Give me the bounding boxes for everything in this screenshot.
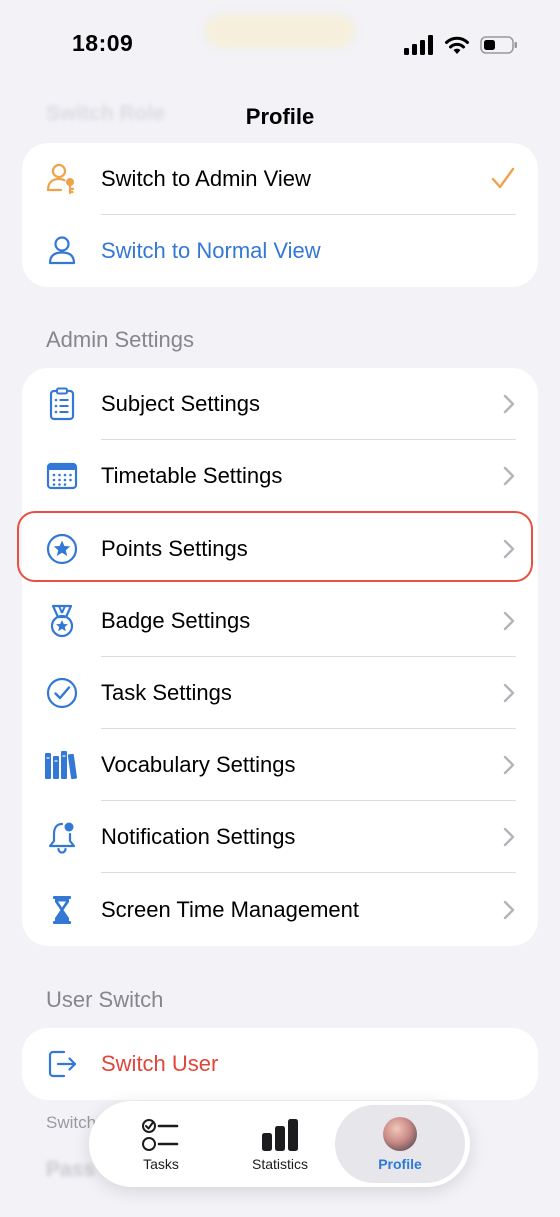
chevron-right-icon xyxy=(502,393,516,415)
cellular-signal-icon xyxy=(404,35,434,60)
points-settings-highlight xyxy=(17,511,533,582)
timetable-settings-label: Timetable Settings xyxy=(101,463,283,488)
status-bar: 18:09 xyxy=(0,0,560,90)
status-time: 18:09 xyxy=(72,30,134,56)
hourglass-icon xyxy=(44,892,80,928)
person-icon xyxy=(44,233,80,269)
sign-out-icon xyxy=(44,1046,80,1082)
notification-settings-label: Notification Settings xyxy=(101,824,296,849)
status-icons xyxy=(404,35,518,60)
chevron-right-icon xyxy=(502,826,516,848)
vocabulary-settings-label: Vocabulary Settings xyxy=(101,752,296,777)
row-divider xyxy=(101,872,516,873)
subject-settings-label: Subject Settings xyxy=(101,391,260,416)
switch-admin-view-row[interactable]: Switch to Admin View xyxy=(22,143,538,215)
bell-badge-icon xyxy=(44,819,80,855)
user-switch-card: Switch User xyxy=(22,1028,538,1100)
page-title: Profile xyxy=(245,104,315,129)
task-settings-label: Task Settings xyxy=(101,680,232,705)
switch-normal-view-row[interactable]: Switch to Normal View xyxy=(22,215,538,287)
switch-admin-view-label: Switch to Admin View xyxy=(101,166,311,191)
calendar-grid-icon xyxy=(44,458,80,494)
task-settings-row[interactable]: Task Settings xyxy=(22,657,538,729)
switch-user-label: Switch User xyxy=(101,1051,219,1076)
wifi-icon xyxy=(444,35,470,60)
profile-tab-icon xyxy=(335,1117,465,1153)
screen-time-management-label: Screen Time Management xyxy=(101,897,360,922)
vocabulary-settings-row[interactable]: Vocabulary Settings xyxy=(22,729,538,801)
clipboard-list-icon xyxy=(44,386,80,422)
tab-tasks-label: Tasks xyxy=(143,1156,179,1172)
tab-profile-label: Profile xyxy=(378,1156,422,1172)
switch-user-row[interactable]: Switch User xyxy=(22,1028,538,1100)
tab-statistics-label: Statistics xyxy=(251,1156,308,1172)
role-switch-card: Switch to Admin View Switch to Normal Vi… xyxy=(22,143,538,287)
person-key-icon xyxy=(44,161,80,197)
tab-profile[interactable]: Profile xyxy=(335,1105,465,1183)
chevron-right-icon xyxy=(502,754,516,776)
bar-chart-icon xyxy=(220,1117,340,1153)
checkmark-icon xyxy=(490,165,516,191)
screen-time-management-row[interactable]: Screen Time Management xyxy=(22,874,538,946)
notification-settings-row[interactable]: Notification Settings xyxy=(22,801,538,873)
subject-settings-row[interactable]: Subject Settings xyxy=(22,368,538,440)
avatar xyxy=(383,1117,417,1151)
ghost-footer-header: Pass xyxy=(46,1158,96,1181)
admin-settings-header: Admin Settings xyxy=(46,327,194,352)
tab-tasks[interactable]: Tasks xyxy=(101,1101,221,1187)
chevron-right-icon xyxy=(502,899,516,921)
tab-statistics[interactable]: Statistics xyxy=(220,1101,340,1187)
timetable-settings-row[interactable]: Timetable Settings xyxy=(22,440,538,512)
medal-star-icon xyxy=(44,603,80,639)
chevron-right-icon xyxy=(502,465,516,487)
checklist-icon xyxy=(101,1117,221,1153)
ghost-footer-note: Switch xyxy=(46,1113,97,1132)
battery-icon xyxy=(480,35,518,60)
checkmark-circle-icon xyxy=(44,675,80,711)
badge-settings-row[interactable]: Badge Settings xyxy=(22,585,538,657)
badge-settings-label: Badge Settings xyxy=(101,608,251,633)
switch-normal-view-label: Switch to Normal View xyxy=(101,238,321,263)
chevron-right-icon xyxy=(502,610,516,632)
chevron-right-icon xyxy=(502,682,516,704)
books-icon xyxy=(44,747,80,783)
user-switch-header: User Switch xyxy=(46,987,164,1012)
admin-settings-card: Subject Settings Timetable Settings Poin… xyxy=(22,368,538,946)
tab-bar: Tasks Statistics Profile xyxy=(89,1101,470,1187)
